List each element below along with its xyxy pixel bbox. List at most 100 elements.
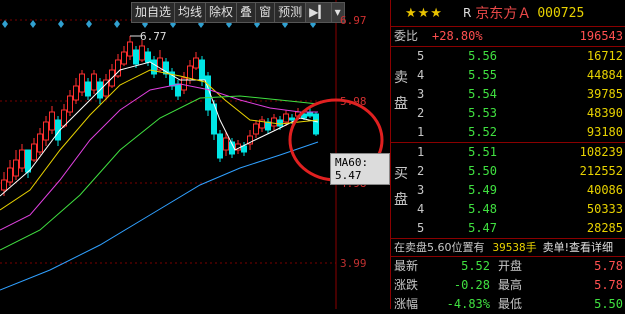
level-number: 5 [417, 49, 425, 63]
candle-body [1, 179, 7, 191]
stat-value: -4.83% [446, 297, 490, 311]
candle-body [37, 133, 43, 153]
candle-body [151, 59, 157, 75]
candle-body [19, 149, 25, 169]
bid-level-row[interactable]: 5 5.47 28285 [391, 219, 625, 238]
level-price: 5.51 [468, 145, 497, 159]
candle-body [289, 117, 295, 121]
level-volume: 40086 [586, 183, 623, 197]
candle-body [217, 133, 223, 159]
event-marker-icon [86, 20, 92, 28]
ask-level-row[interactable]: 1 5.52 93180 [391, 123, 625, 142]
big-order-notice[interactable]: 在卖盘5.60位置有 39538手 卖单!查看详细 [391, 239, 625, 257]
stat-label: 最低 [498, 297, 523, 311]
level-number: 2 [417, 164, 425, 178]
add-favorite-button[interactable]: 加自选 [132, 3, 176, 22]
level-price: 5.56 [468, 49, 497, 63]
sell-side-label: 卖 [394, 70, 408, 86]
level-price: 5.52 [468, 125, 497, 139]
ex-rights-button[interactable]: 除权 [206, 3, 238, 22]
level-price: 5.53 [468, 106, 497, 120]
sell-side-label: 盘 [394, 96, 408, 112]
ma-button[interactable]: 均线 [175, 3, 207, 22]
overlay-button[interactable]: 叠 [237, 3, 257, 22]
order-ratio-label: 委比 [394, 29, 419, 43]
notice-detail-link[interactable]: 卖单!查看详细 [543, 239, 613, 256]
stat-value: 5.78 [594, 278, 623, 292]
level-number: 1 [417, 125, 425, 139]
price-axis-label: 6.97 [340, 14, 367, 27]
forecast-button[interactable]: 预测 [275, 3, 307, 22]
level-number: 2 [417, 106, 425, 120]
candle-body [43, 121, 49, 141]
notice-volume: 39538手 [492, 241, 537, 254]
candle-body [175, 83, 181, 97]
order-ratio-row: 委比 +28.80% 196543 [391, 27, 625, 47]
level-price: 5.47 [468, 221, 497, 235]
candle-body [7, 167, 13, 183]
level-volume: 39785 [586, 87, 623, 101]
ask-level-row[interactable]: 2 5.53 48390 [391, 104, 625, 123]
order-diff-value: 196543 [579, 29, 623, 43]
margin-flag: R [462, 6, 472, 20]
ask-level-row[interactable]: 3 5.54 39785 [391, 85, 625, 104]
level-volume: 108239 [579, 145, 623, 159]
bid-level-row[interactable]: 1 5.51 108239 [391, 143, 625, 162]
candle-body [283, 113, 289, 123]
candle-body [85, 81, 91, 97]
level-volume: 48390 [586, 106, 623, 120]
candle-body [223, 137, 229, 151]
stat-label: 最新 [394, 259, 419, 273]
candle-body [13, 159, 19, 177]
buy-side-label: 买 [394, 166, 408, 182]
level-price: 5.54 [468, 87, 497, 101]
kline-chart[interactable]: 加自选 均线 除权 叠 窗 预测 ▶▎ ▾ 6.77 6.97 5.98 4.9… [0, 0, 390, 309]
candle-body [271, 117, 277, 127]
stock-name[interactable]: 京东方Ａ [475, 3, 531, 23]
expand-right-icon[interactable]: ▶▎ [306, 3, 332, 22]
ma30-line [0, 95, 319, 251]
candle-body [49, 111, 55, 131]
stat-label: 最高 [498, 278, 523, 292]
level-volume: 16712 [586, 49, 623, 63]
stat-value: 5.78 [594, 259, 623, 273]
stock-code[interactable]: 000725 [537, 6, 584, 21]
candle-body [199, 59, 205, 81]
event-marker-icon [30, 20, 36, 28]
stat-label: 开盘 [498, 259, 523, 273]
ask-level-row[interactable]: 5 5.56 16712 [391, 47, 625, 66]
level-number: 5 [417, 221, 425, 235]
bid-level-row[interactable]: 2 5.50 212552 [391, 162, 625, 181]
stat-label: 涨跌 [394, 278, 419, 292]
rating-stars: ★★★ [405, 5, 443, 21]
bid-level-row[interactable]: 4 5.48 50333 [391, 200, 625, 219]
stat-row: 涨幅 -4.83% 最低 5.50 [391, 295, 625, 314]
quote-stats: 最新 5.52 开盘 5.78 涨跌 -0.28 最高 5.78 涨幅 -4.83% 最低 5.50 [391, 257, 625, 314]
level-price: 5.55 [468, 68, 497, 82]
buy-side-label: 盘 [394, 192, 408, 208]
candle-body [121, 51, 127, 65]
stat-row: 涨跌 -0.28 最高 5.78 [391, 276, 625, 295]
window-button[interactable]: 窗 [256, 3, 276, 22]
candle-body [193, 57, 199, 69]
stock-header: ★★★ R 京东方Ａ 000725 [391, 0, 625, 27]
bid-book: 买 盘 1 5.51 108239 2 5.50 212552 3 5.49 40086 4 5.4… [391, 143, 625, 239]
candle-body [139, 45, 145, 61]
candle-body [73, 85, 79, 101]
candle-body [91, 73, 97, 91]
candle-body [145, 51, 151, 63]
level-price: 5.50 [468, 164, 497, 178]
high-price-label: 6.77 [140, 30, 167, 43]
stat-label: 涨幅 [394, 297, 419, 311]
candle-body [307, 111, 313, 117]
stock-window: 加自选 均线 除权 叠 窗 预测 ▶▎ ▾ 6.77 6.97 5.98 4.9… [0, 0, 625, 311]
level-number: 1 [417, 145, 425, 159]
stat-value: 5.52 [461, 259, 490, 273]
candle-body [253, 123, 259, 135]
level-price: 5.49 [468, 183, 497, 197]
ask-level-row[interactable]: 4 5.55 44884 [391, 66, 625, 85]
event-marker-icon [58, 20, 64, 28]
price-axis-label: 5.98 [340, 95, 367, 108]
bid-level-row[interactable]: 3 5.49 40086 [391, 181, 625, 200]
quote-panel: ★★★ R 京东方Ａ 000725 委比 +28.80% 196543 卖 盘 … [390, 0, 625, 311]
